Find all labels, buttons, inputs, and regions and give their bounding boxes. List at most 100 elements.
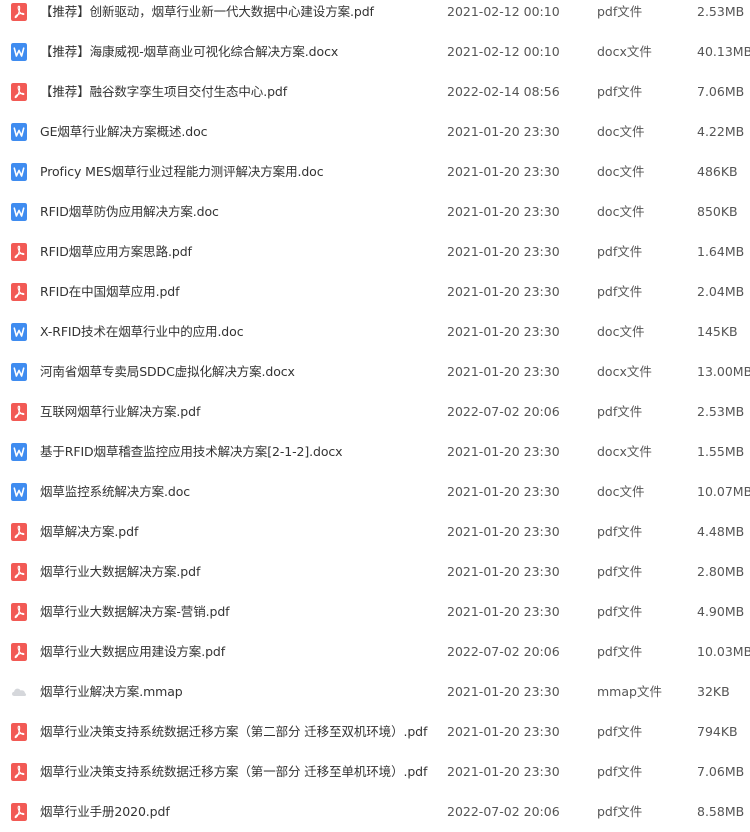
file-size: 145KB	[697, 324, 738, 339]
file-row[interactable]: 【推荐】创新驱动，烟草行业新一代大数据中心建设方案.pdf 2021-02-12 …	[0, 0, 750, 32]
file-name[interactable]: 烟草行业大数据应用建设方案.pdf	[40, 632, 225, 672]
file-name[interactable]: 【推荐】海康威视-烟草商业可视化综合解决方案.docx	[40, 32, 338, 72]
file-size: 1.55MB	[697, 444, 745, 459]
file-row[interactable]: 烟草行业大数据解决方案.pdf 2021-01-20 23:30 pdf文件 2.80…	[0, 552, 750, 592]
file-name[interactable]: 烟草行业决策支持系统数据迁移方案（第二部分 迁移至双机环境）.pdf	[40, 712, 427, 752]
word-icon	[11, 43, 27, 61]
file-row[interactable]: 互联网烟草行业解决方案.pdf 2022-07-02 20:06 pdf文件 2.53…	[0, 392, 750, 432]
file-size: 794KB	[697, 724, 738, 739]
file-date: 2021-01-20 23:30	[447, 764, 560, 779]
file-row[interactable]: 烟草解决方案.pdf 2021-01-20 23:30 pdf文件 4.48MB	[0, 512, 750, 552]
file-type: pdf文件	[597, 84, 643, 99]
file-name[interactable]: 烟草行业大数据解决方案-营销.pdf	[40, 592, 230, 632]
file-size: 7.06MB	[697, 764, 745, 779]
file-name[interactable]: 互联网烟草行业解决方案.pdf	[40, 392, 200, 432]
file-row[interactable]: RFID在中国烟草应用.pdf 2021-01-20 23:30 pdf文件 2.04…	[0, 272, 750, 312]
file-name[interactable]: RFID在中国烟草应用.pdf	[40, 272, 180, 312]
file-type: docx文件	[597, 364, 652, 379]
file-size: 850KB	[697, 204, 738, 219]
file-name[interactable]: 烟草行业大数据解决方案.pdf	[40, 552, 200, 592]
file-row[interactable]: 河南省烟草专卖局SDDC虚拟化解决方案.docx 2021-01-20 23:30…	[0, 352, 750, 392]
file-row[interactable]: 【推荐】海康威视-烟草商业可视化综合解决方案.docx 2021-02-12 00…	[0, 32, 750, 72]
file-size: 8.58MB	[697, 804, 745, 819]
file-date: 2021-02-12 00:10	[447, 44, 560, 59]
file-date: 2021-02-12 00:10	[447, 4, 560, 19]
file-date: 2021-01-20 23:30	[447, 164, 560, 179]
file-name[interactable]: 【推荐】融谷数字孪生项目交付生态中心.pdf	[40, 72, 287, 112]
file-type: pdf文件	[597, 604, 643, 619]
file-name[interactable]: 基于RFID烟草稽查监控应用技术解决方案[2-1-2].docx	[40, 432, 343, 472]
word-icon	[11, 203, 27, 221]
file-name[interactable]: 烟草解决方案.pdf	[40, 512, 138, 552]
word-icon	[11, 123, 27, 141]
file-row[interactable]: 烟草行业手册2020.pdf 2022-07-02 20:06 pdf文件 8.58M…	[0, 792, 750, 832]
file-date: 2021-01-20 23:30	[447, 204, 560, 219]
file-name[interactable]: X-RFID技术在烟草行业中的应用.doc	[40, 312, 244, 352]
pdf-icon	[11, 763, 27, 781]
file-type: doc文件	[597, 204, 645, 219]
file-date: 2021-01-20 23:30	[447, 484, 560, 499]
pdf-icon	[11, 403, 27, 421]
file-type: pdf文件	[597, 284, 643, 299]
file-row[interactable]: 【推荐】融谷数字孪生项目交付生态中心.pdf 2022-02-14 08:56 pd…	[0, 72, 750, 112]
pdf-icon	[11, 243, 27, 261]
file-row[interactable]: 基于RFID烟草稽查监控应用技术解决方案[2-1-2].docx 2021-01-…	[0, 432, 750, 472]
file-date: 2022-07-02 20:06	[447, 404, 560, 419]
file-name[interactable]: 烟草行业手册2020.pdf	[40, 792, 170, 832]
file-date: 2021-01-20 23:30	[447, 524, 560, 539]
file-row[interactable]: 烟草监控系统解决方案.doc 2021-01-20 23:30 doc文件 10.07…	[0, 472, 750, 512]
file-name[interactable]: GE烟草行业解决方案概述.doc	[40, 112, 208, 152]
pdf-icon	[11, 83, 27, 101]
file-name[interactable]: 【推荐】创新驱动，烟草行业新一代大数据中心建设方案.pdf	[40, 0, 374, 32]
pdf-icon	[11, 283, 27, 301]
file-row[interactable]: RFID烟草防伪应用解决方案.doc 2021-01-20 23:30 doc文件 8…	[0, 192, 750, 232]
file-name[interactable]: 烟草行业决策支持系统数据迁移方案（第一部分 迁移至单机环境）.pdf	[40, 752, 427, 792]
file-size: 4.90MB	[697, 604, 745, 619]
file-size: 10.03MB	[697, 644, 750, 659]
file-name[interactable]: RFID烟草防伪应用解决方案.doc	[40, 192, 219, 232]
file-list: 【推荐】创新驱动，烟草行业新一代大数据中心建设方案.pdf 2021-02-12 …	[0, 0, 750, 832]
file-row[interactable]: GE烟草行业解决方案概述.doc 2021-01-20 23:30 doc文件 4.2…	[0, 112, 750, 152]
file-size: 10.07MB	[697, 484, 750, 499]
file-date: 2021-01-20 23:30	[447, 124, 560, 139]
file-size: 4.22MB	[697, 124, 745, 139]
file-name[interactable]: RFID烟草应用方案思路.pdf	[40, 232, 192, 272]
file-row[interactable]: 烟草行业大数据应用建设方案.pdf 2022-07-02 20:06 pdf文件 10…	[0, 632, 750, 672]
file-name[interactable]: 烟草监控系统解决方案.doc	[40, 472, 190, 512]
file-size: 40.13MB	[697, 44, 750, 59]
file-type: doc文件	[597, 484, 645, 499]
file-type: pdf文件	[597, 764, 643, 779]
file-date: 2021-01-20 23:30	[447, 444, 560, 459]
file-date: 2021-01-20 23:30	[447, 244, 560, 259]
file-name[interactable]: 河南省烟草专卖局SDDC虚拟化解决方案.docx	[40, 352, 295, 392]
file-date: 2021-01-20 23:30	[447, 604, 560, 619]
file-size: 2.53MB	[697, 4, 745, 19]
file-type: pdf文件	[597, 564, 643, 579]
word-icon	[11, 443, 27, 461]
file-date: 2022-07-02 20:06	[447, 644, 560, 659]
file-row[interactable]: Proficy MES烟草行业过程能力测评解决方案用.doc 2021-01-20…	[0, 152, 750, 192]
word-icon	[11, 163, 27, 181]
file-name[interactable]: 烟草行业解决方案.mmap	[40, 672, 183, 712]
file-date: 2021-01-20 23:30	[447, 724, 560, 739]
file-row[interactable]: 烟草行业决策支持系统数据迁移方案（第一部分 迁移至单机环境）.pdf 2021-0…	[0, 752, 750, 792]
file-type: pdf文件	[597, 644, 643, 659]
file-row[interactable]: 烟草行业决策支持系统数据迁移方案（第二部分 迁移至双机环境）.pdf 2021-0…	[0, 712, 750, 752]
file-row[interactable]: 烟草行业大数据解决方案-营销.pdf 2021-01-20 23:30 pdf文件 4…	[0, 592, 750, 632]
file-row[interactable]: X-RFID技术在烟草行业中的应用.doc 2021-01-20 23:30 doc…	[0, 312, 750, 352]
file-date: 2022-02-14 08:56	[447, 84, 560, 99]
file-date: 2021-01-20 23:30	[447, 564, 560, 579]
file-size: 7.06MB	[697, 84, 745, 99]
file-name[interactable]: Proficy MES烟草行业过程能力测评解决方案用.doc	[40, 152, 324, 192]
file-type: pdf文件	[597, 404, 643, 419]
file-size: 2.04MB	[697, 284, 745, 299]
file-type: pdf文件	[597, 4, 643, 19]
file-row[interactable]: RFID烟草应用方案思路.pdf 2021-01-20 23:30 pdf文件 1.6…	[0, 232, 750, 272]
file-date: 2022-07-02 20:06	[447, 804, 560, 819]
file-size: 1.64MB	[697, 244, 745, 259]
pdf-icon	[11, 563, 27, 581]
pdf-icon	[11, 3, 27, 21]
file-type: pdf文件	[597, 524, 643, 539]
word-icon	[11, 483, 27, 501]
file-row[interactable]: 烟草行业解决方案.mmap 2021-01-20 23:30 mmap文件 32KB	[0, 672, 750, 712]
